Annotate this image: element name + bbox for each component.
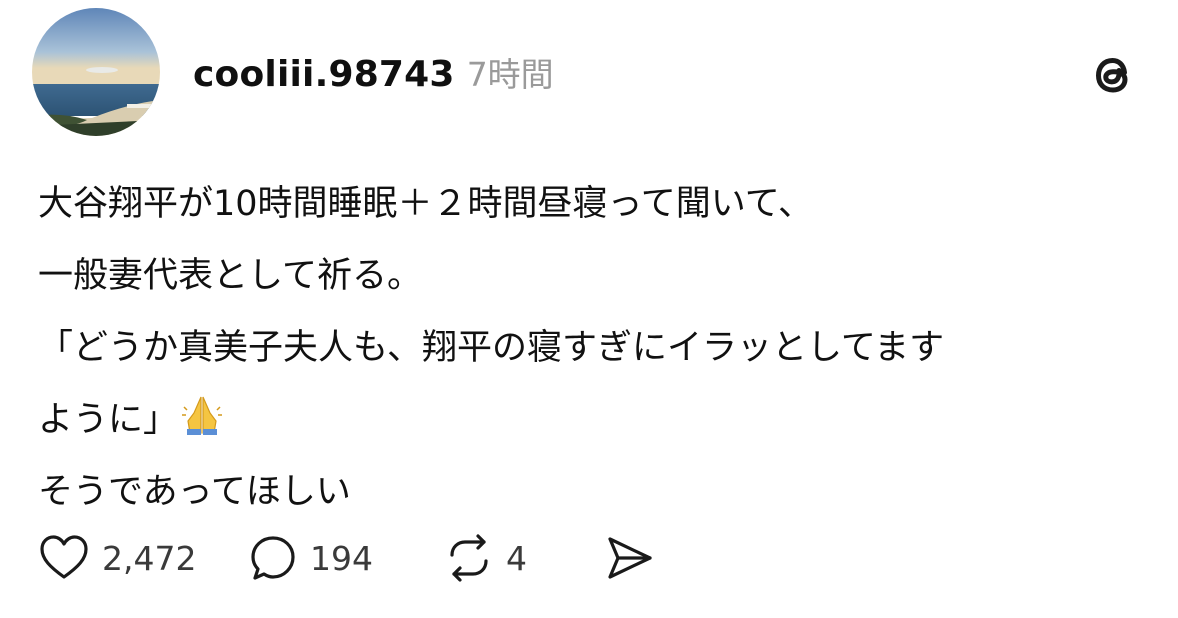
repost-arrows-icon (450, 534, 488, 582)
threads-logo-icon[interactable] (1088, 50, 1138, 100)
post-text-line: 「どうか真美子夫人も、翔平の寝すぎにイラッとしてます (38, 328, 945, 368)
like-button[interactable]: 2,472 (38, 533, 248, 583)
threads-post: cooliii.98743 7時間 大谷翔平が10時間睡眠＋２時間昼寝って聞いて… (0, 0, 1178, 618)
post-header: cooliii.98743 7時間 (193, 48, 554, 98)
send-icon (608, 537, 652, 579)
folded-hands-emoji (180, 390, 224, 435)
speech-bubble-icon (251, 536, 295, 580)
repost-count: 4 (506, 538, 527, 578)
post-body: 大谷翔平が10時間睡眠＋２時間昼寝って聞いて、 一般妻代表として祈る。 「どうか… (38, 168, 1148, 528)
repost-button[interactable]: 4 (444, 533, 604, 583)
post-text-line: 一般妻代表として祈る。 (38, 256, 422, 296)
reply-button[interactable]: 194 (248, 533, 444, 583)
share-button[interactable] (604, 533, 656, 583)
post-actions: 2,472 194 4 (38, 532, 656, 584)
reply-count: 194 (310, 538, 373, 578)
post-text-line: ように」 (38, 400, 179, 440)
post-text-line-with-emoji: ように」 (38, 384, 1148, 456)
username-link[interactable]: cooliii.98743 (193, 54, 455, 95)
like-count: 2,472 (102, 538, 197, 578)
post-text-line: 大谷翔平が10時間睡眠＋２時間昼寝って聞いて、 (38, 184, 813, 224)
avatar[interactable] (32, 8, 160, 136)
post-text-line: そうであってほしい (38, 472, 351, 512)
post-timestamp[interactable]: 7時間 (467, 48, 554, 96)
beach-landscape-avatar (32, 8, 160, 136)
heart-icon (40, 535, 88, 579)
